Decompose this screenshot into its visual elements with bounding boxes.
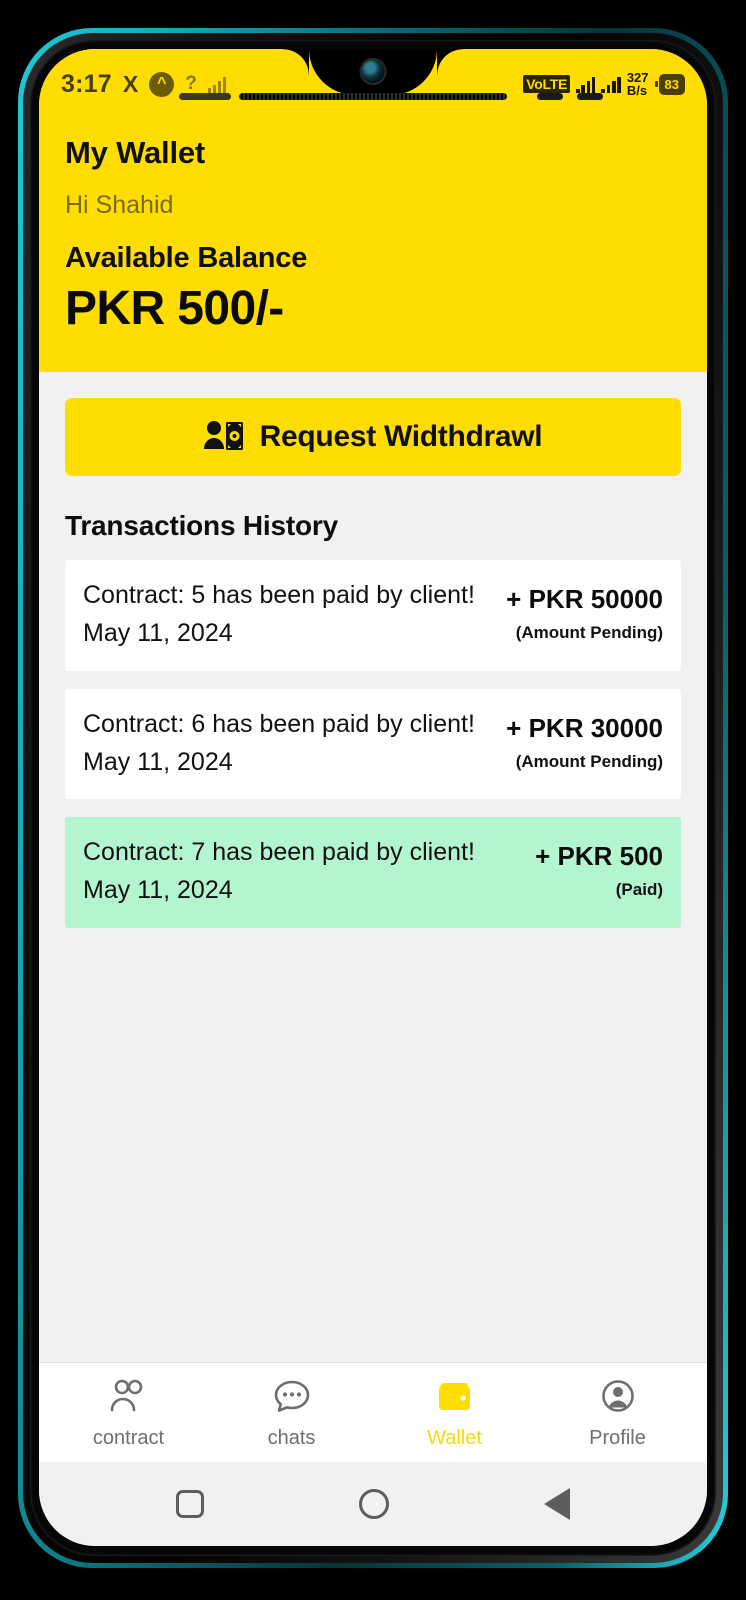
content-spacer (39, 927, 707, 1362)
transaction-amount: + PKR 500 (535, 841, 663, 871)
request-withdrawal-label: Request Widthdrawl (259, 420, 543, 453)
data-rate-unit: B/s (626, 83, 648, 98)
sensor-icon-2 (577, 93, 603, 100)
nav-item-chats[interactable]: chats (210, 1379, 373, 1450)
x-app-icon: X (122, 70, 139, 97)
screenshot-stage: 3:17 X ^ ? VoLTE 327 B/s 83 My Wallet Hi… (0, 0, 746, 1600)
android-system-nav (39, 1462, 707, 1546)
nav-item-contract[interactable]: contract (47, 1379, 210, 1450)
phone-frame-middle: 3:17 X ^ ? VoLTE 327 B/s 83 My Wallet Hi… (23, 33, 723, 1563)
phone-screen: 3:17 X ^ ? VoLTE 327 B/s 83 My Wallet Hi… (39, 49, 707, 1546)
earpiece-left-icon (179, 93, 231, 100)
nav-item-wallet[interactable]: Wallet (373, 1379, 536, 1450)
page-title: My Wallet (65, 135, 206, 170)
battery-level: 83 (658, 73, 685, 95)
transaction-info: Contract: 6 has been paid by client! May… (83, 709, 475, 776)
transaction-info: Contract: 7 has been paid by client! May… (83, 839, 475, 904)
unknown-sim-icon: ? (185, 73, 197, 94)
signal-bars-sim2-icon (601, 76, 621, 93)
people-icon (108, 1379, 150, 1418)
transaction-amount: + PKR 30000 (506, 712, 663, 743)
transaction-amount-block: + PKR 50000 (Amount Pending) (506, 582, 663, 643)
transaction-date: May 11, 2024 (83, 747, 233, 776)
alert-circle-icon: ^ (149, 71, 175, 97)
transaction-amount-block: + PKR 30000 (Amount Pending) (506, 711, 663, 772)
transaction-date: May 11, 2024 (83, 619, 233, 648)
transactions-list: Contract: 5 has been paid by client! May… (39, 542, 707, 928)
sensor-icon-1 (537, 93, 563, 100)
back-button-icon[interactable] (543, 1488, 570, 1520)
front-camera-icon (361, 60, 385, 83)
battery-icon: 83 (654, 73, 685, 95)
person-cash-icon (203, 419, 244, 456)
bottom-navigation: contract chats Wallet Profile (39, 1362, 707, 1462)
chat-bubble-icon (273, 1379, 311, 1418)
balance-amount: PKR 500/- (65, 282, 284, 335)
transaction-info: Contract: 5 has been paid by client! May… (83, 582, 475, 647)
person-circle-icon (599, 1379, 637, 1418)
wallet-body: Request Widthdrawl Transactions History … (39, 372, 707, 928)
transaction-date: May 11, 2024 (83, 876, 233, 905)
transaction-description: Contract: 7 has been paid by client! (83, 838, 475, 866)
signal-bars-dim-icon (207, 76, 227, 93)
table-row[interactable]: Contract: 7 has been paid by client! May… (65, 817, 681, 928)
table-row[interactable]: Contract: 6 has been paid by client! May… (65, 688, 681, 799)
home-button-icon[interactable] (358, 1489, 389, 1519)
nav-label-chats: chats (267, 1427, 316, 1449)
greeting-text: Hi Shahid (65, 191, 174, 219)
transaction-amount-block: + PKR 500 (Paid) (535, 839, 663, 900)
transactions-history-title: Transactions History (65, 510, 338, 541)
earpiece-grille-icon (239, 93, 507, 100)
status-badge: (Paid) (615, 880, 663, 899)
table-row[interactable]: Contract: 5 has been paid by client! May… (65, 560, 681, 671)
phone-bezel: 3:17 X ^ ? VoLTE 327 B/s 83 My Wallet Hi… (30, 40, 716, 1556)
status-clock: 3:17 (61, 69, 112, 98)
nav-label-contract: contract (92, 1427, 165, 1449)
volte-icon: VoLTE (523, 75, 571, 93)
status-badge: (Amount Pending) (515, 623, 663, 642)
recents-button-icon[interactable] (176, 1490, 205, 1518)
nav-item-profile[interactable]: Profile (536, 1379, 699, 1450)
transaction-description: Contract: 5 has been paid by client! (83, 581, 475, 609)
transaction-description: Contract: 6 has been paid by client! (83, 709, 475, 738)
request-withdrawal-button[interactable]: Request Widthdrawl (65, 398, 681, 476)
withdraw-section: Request Widthdrawl (39, 372, 707, 476)
available-balance-label: Available Balance (65, 242, 308, 274)
data-rate-indicator: 327 B/s (627, 71, 649, 98)
signal-bars-sim1-icon (576, 76, 596, 93)
phone-frame-outer: 3:17 X ^ ? VoLTE 327 B/s 83 My Wallet Hi… (18, 28, 728, 1568)
status-badge: (Amount Pending) (515, 751, 663, 771)
wallet-icon (435, 1379, 475, 1418)
nav-label-profile: Profile (589, 1427, 646, 1449)
wallet-header: My Wallet Hi Shahid Available Balance PK… (39, 105, 707, 372)
transaction-amount: + PKR 50000 (506, 584, 663, 614)
nav-label-wallet: Wallet (427, 1427, 482, 1449)
